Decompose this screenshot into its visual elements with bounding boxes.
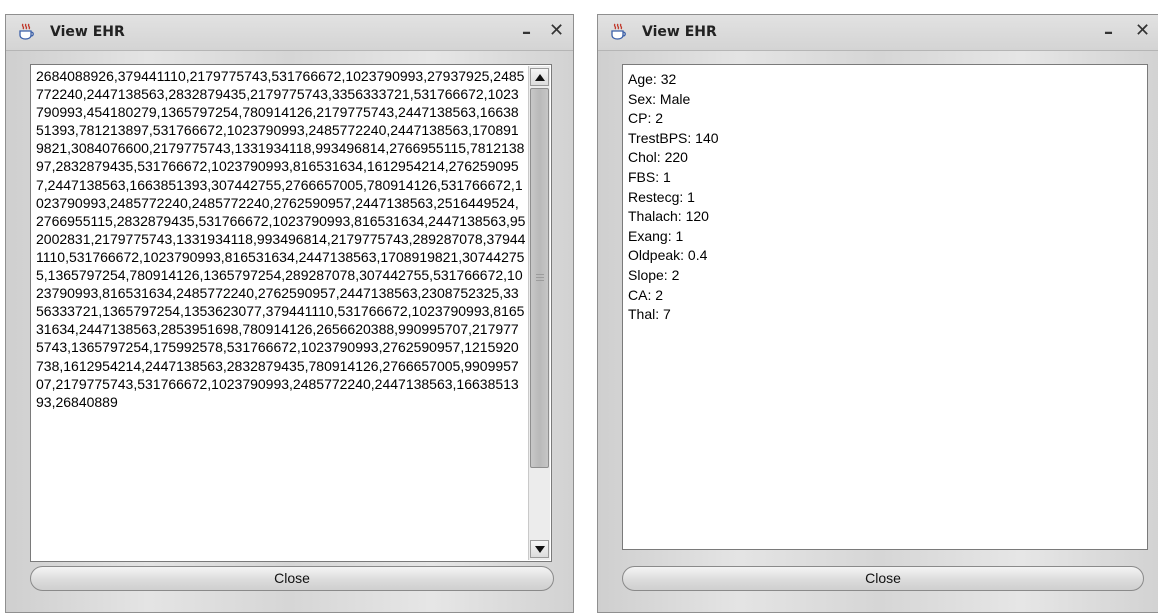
field-thalach: Thalach: 120: [628, 208, 709, 225]
field-restecg: Restecg: 1: [628, 188, 695, 205]
scroll-up-button[interactable]: [530, 68, 549, 86]
scroll-thumb[interactable]: [530, 88, 549, 468]
view-ehr-window-encrypted: View EHR – ✕ 2684088926,379441110,217977…: [5, 14, 574, 613]
scroll-down-button[interactable]: [530, 540, 549, 558]
field-oldpeak: Oldpeak: 0.4: [628, 247, 708, 264]
window-title: View EHR: [642, 24, 717, 40]
field-sex: Sex: Male: [628, 90, 691, 107]
window-title: View EHR: [50, 24, 125, 40]
arrow-up-icon: [534, 73, 545, 81]
title-bar[interactable]: View EHR – ✕: [6, 15, 573, 51]
encrypted-ehr-text[interactable]: 2684088926,379441110,2179775743,53176667…: [36, 67, 526, 411]
field-trestbps: TrestBPS: 140: [628, 129, 719, 146]
field-cp: CP: 2: [628, 110, 664, 127]
close-window-button[interactable]: ✕: [549, 20, 564, 41]
close-window-button[interactable]: ✕: [1135, 20, 1150, 41]
minimize-button[interactable]: –: [1104, 22, 1113, 43]
java-coffee-cup-icon: [19, 23, 34, 40]
close-button[interactable]: Close: [622, 566, 1144, 591]
field-fbs: FBS: 1: [628, 168, 671, 185]
ehr-text-area[interactable]: 2684088926,379441110,2179775743,53176667…: [30, 64, 552, 562]
field-age: Age: 32: [628, 71, 677, 87]
close-button[interactable]: Close: [30, 566, 554, 591]
view-ehr-window-decrypted: View EHR – ✕ Age: 32 Sex: Male CP: 2 Tre…: [597, 14, 1158, 613]
vertical-scrollbar[interactable]: [528, 66, 550, 560]
minimize-button[interactable]: –: [522, 22, 531, 43]
title-bar[interactable]: View EHR – ✕: [598, 15, 1158, 51]
java-coffee-cup-icon: [611, 23, 626, 40]
field-chol: Chol: 220: [628, 149, 688, 166]
field-ca: CA: 2: [628, 286, 664, 303]
ehr-text-area[interactable]: Age: 32 Sex: Male CP: 2 TrestBPS: 140 Ch…: [622, 64, 1148, 550]
ehr-field-list: Age: 32 Sex: Male CP: 2 TrestBPS: 140 Ch…: [628, 70, 719, 325]
field-slope: Slope: 2: [628, 266, 680, 283]
grip-icon: [536, 274, 544, 282]
field-thal: Thal: 7: [628, 306, 671, 323]
arrow-down-icon: [534, 545, 545, 553]
field-exang: Exang: 1: [628, 227, 684, 244]
